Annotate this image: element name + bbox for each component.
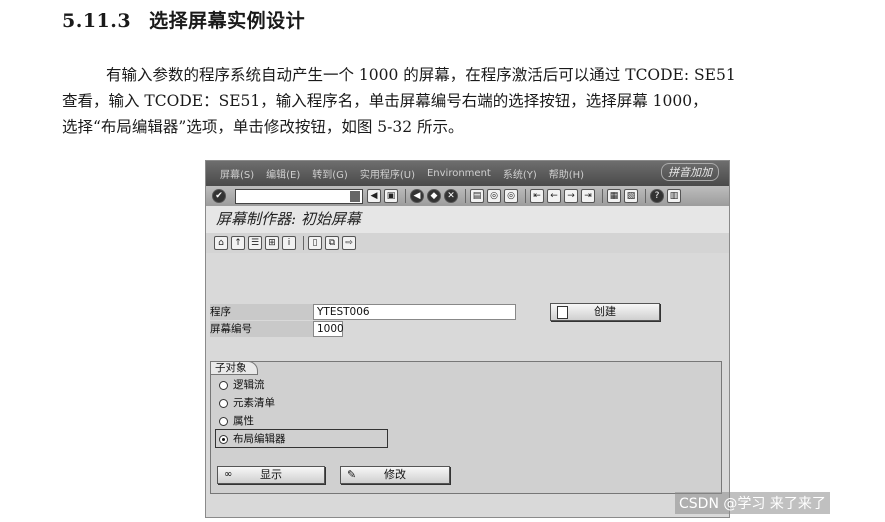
toolbar-separator [303, 236, 304, 250]
command-dropdown-icon[interactable] [350, 190, 360, 202]
section-title: 选择屏幕实例设计 [149, 10, 306, 32]
create-button-label: 创建 [594, 305, 616, 318]
menu-item-utilities[interactable]: 实用程序(U) [360, 166, 415, 181]
display-button-label: 显示 [260, 468, 282, 481]
radio-label: 属性 [233, 415, 254, 427]
toolbar-separator [465, 189, 466, 203]
toolbar-separator [405, 189, 406, 203]
menu-item-goto[interactable]: 转到(G) [312, 166, 348, 181]
layout-menu-icon[interactable]: ▥ [667, 189, 681, 203]
csdn-watermark: CSDN @学习 来了来了 [675, 492, 830, 514]
help-icon[interactable]: ? [650, 189, 664, 203]
info-icon[interactable]: i [282, 236, 296, 250]
radio-selected-icon[interactable] [219, 434, 228, 444]
radio-circle-icon[interactable] [219, 416, 228, 426]
command-field[interactable] [235, 188, 363, 204]
exit-icon[interactable]: ◆ [427, 189, 441, 203]
program-label: 程序 [210, 304, 314, 320]
display-object-list-icon[interactable]: ☰ [248, 236, 262, 250]
subobjects-group: 子对象 逻辑流 元素清单 属性 布局编辑器 ∞ 显示 ✎ 修改 [210, 361, 722, 494]
display-button[interactable]: ∞ 显示 [217, 466, 325, 484]
rename-icon[interactable]: ⇨ [342, 236, 356, 250]
radio-attributes[interactable]: 属性 [219, 414, 254, 428]
back-icon[interactable]: ◀ [410, 189, 424, 203]
print-icon[interactable]: ▤ [470, 189, 484, 203]
menu-item-screen[interactable]: 屏幕(S) [220, 166, 254, 181]
copy-icon[interactable]: ⧉ [325, 236, 339, 250]
sap-standard-toolbar: ✔ ◀ ▣ ◀ ◆ ✕ ▤ ◎ ◎ ⇤ ← → ⇥ ▦ ▧ ? ▥ [206, 186, 729, 206]
sap-screenshot: 屏幕(S) 编辑(E) 转到(G) 实用程序(U) Environment 系统… [205, 160, 730, 518]
back-arrow-icon[interactable]: ◀ [367, 189, 381, 203]
shortcut-icon[interactable]: ▧ [624, 189, 638, 203]
toolbar-separator [645, 189, 646, 203]
radio-element-list[interactable]: 元素清单 [219, 396, 275, 410]
last-page-icon[interactable]: ⇥ [581, 189, 595, 203]
where-used-icon[interactable]: ↑ [231, 236, 245, 250]
toolbar-separator [602, 189, 603, 203]
prev-page-icon[interactable]: ← [547, 189, 561, 203]
ime-logo: 拼音加加 [661, 163, 719, 181]
paragraph-line-3: 选择“布局编辑器”选项，单击修改按钮，如图 5-32 所示。 [62, 118, 464, 136]
radio-layout-editor[interactable]: 布局编辑器 [219, 432, 286, 446]
paragraph-line-1: 有输入参数的程序系统自动产生一个 1000 的屏幕，在程序激活后可以通过 TCO… [106, 66, 736, 84]
menu-item-help[interactable]: 帮助(H) [549, 166, 584, 181]
body-paragraph: 有输入参数的程序系统自动产生一个 1000 的屏幕，在程序激活后可以通过 TCO… [62, 62, 872, 140]
create-button[interactable]: 创建 [550, 303, 660, 321]
first-page-icon[interactable]: ⇤ [530, 189, 544, 203]
menu-item-edit[interactable]: 编辑(E) [266, 166, 300, 181]
section-heading: 5.11.3 选择屏幕实例设计 [62, 6, 305, 33]
radio-circle-icon[interactable] [219, 380, 228, 390]
subobjects-label: 子对象 [210, 361, 258, 375]
radio-circle-icon[interactable] [219, 398, 228, 408]
paragraph-line-2: 查看，输入 TCODE：SE51，输入程序名，单击屏幕编号右端的选择按钮，选择屏… [62, 92, 708, 110]
next-page-icon[interactable]: → [564, 189, 578, 203]
enter-icon[interactable]: ✔ [212, 189, 226, 203]
radio-label: 元素清单 [233, 397, 275, 409]
change-button[interactable]: ✎ 修改 [340, 466, 450, 484]
screen-number-input[interactable]: 1000 [313, 321, 344, 337]
other-object-icon[interactable]: ⌂ [214, 236, 228, 250]
screen-number-label: 屏幕编号 [210, 321, 314, 337]
radio-label: 逻辑流 [233, 379, 265, 391]
application-toolbar: ⌂ ↑ ☰ ⊞ i ▯ ⧉ ⇨ [206, 233, 729, 253]
radio-label: 布局编辑器 [233, 433, 286, 445]
find-icon[interactable]: ◎ [487, 189, 501, 203]
new-session-icon[interactable]: ▦ [607, 189, 621, 203]
save-icon[interactable]: ▣ [384, 189, 398, 203]
delete-icon[interactable]: ▯ [308, 236, 322, 250]
toolbar-separator [525, 189, 526, 203]
hierarchy-icon[interactable]: ⊞ [265, 236, 279, 250]
screen-title: 屏幕制作器: 初始屏幕 [206, 206, 729, 233]
section-number: 5.11.3 [62, 10, 132, 32]
menu-item-system[interactable]: 系统(Y) [503, 166, 537, 181]
cancel-icon[interactable]: ✕ [444, 189, 458, 203]
radio-flow-logic[interactable]: 逻辑流 [219, 378, 265, 392]
sap-menu-bar: 屏幕(S) 编辑(E) 转到(G) 实用程序(U) Environment 系统… [206, 161, 729, 186]
menu-item-environment[interactable]: Environment [427, 168, 491, 179]
change-button-label: 修改 [384, 468, 406, 481]
find-next-icon[interactable]: ◎ [504, 189, 518, 203]
program-input[interactable]: YTEST006 [313, 304, 516, 320]
